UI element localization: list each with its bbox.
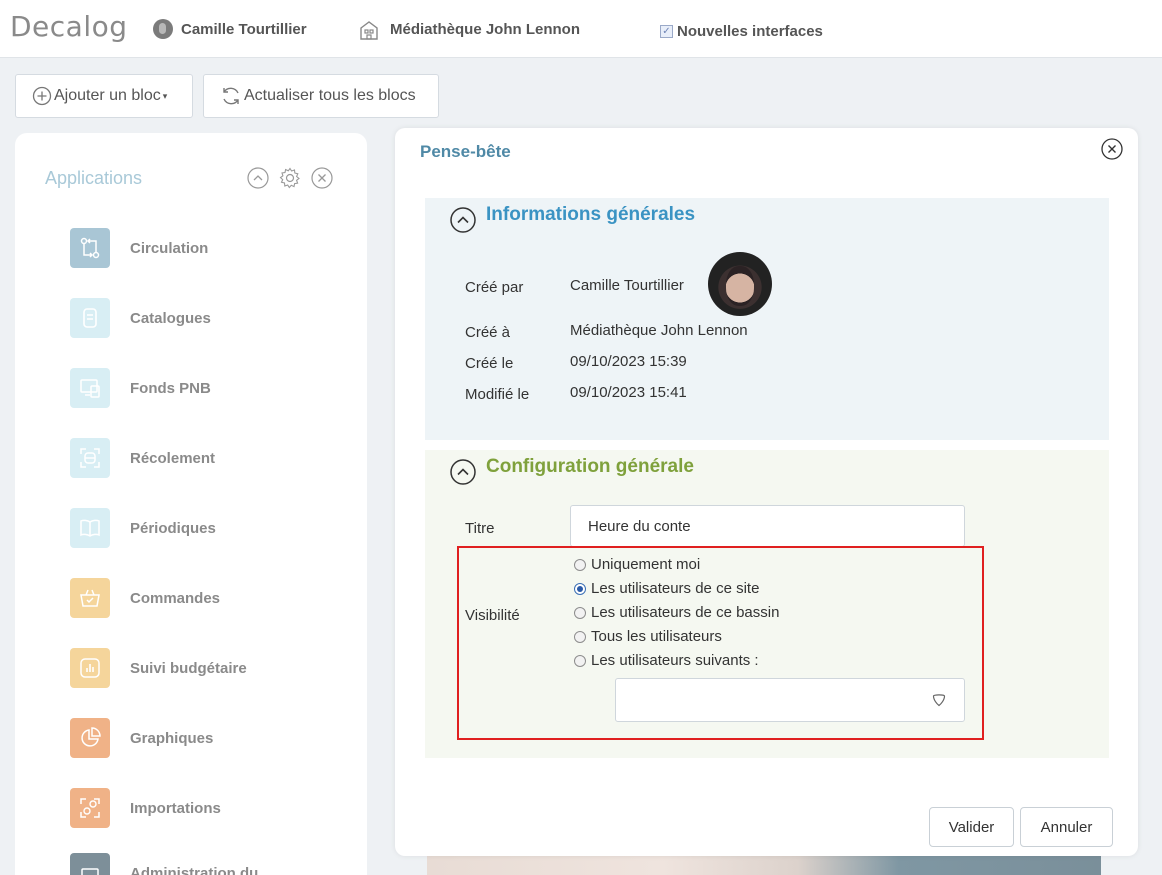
app-label-recolement: Récolement xyxy=(130,449,216,467)
pie-chart-icon xyxy=(70,718,110,758)
circulation-icon xyxy=(70,228,110,268)
add-block-button[interactable]: Ajouter un bloc ▾ xyxy=(15,74,193,118)
radio-label: Les utilisateurs suivants : xyxy=(591,652,759,669)
gear-icon[interactable] xyxy=(279,167,301,189)
modified-on-label: Modifié le xyxy=(465,386,530,403)
fonds-pnb-icon xyxy=(70,368,110,408)
app-label-catalogues: Catalogues xyxy=(130,309,211,327)
visibility-option-following-users[interactable]: Les utilisateurs suivants : xyxy=(574,652,759,669)
logo-text: Decalog xyxy=(10,10,128,43)
app-item-periodiques[interactable]: Périodiques xyxy=(70,508,216,548)
app-label-fonds-pnb: Fonds PNB xyxy=(130,379,211,397)
app-label-importations: Importations xyxy=(130,799,221,817)
collapse-up-icon[interactable] xyxy=(247,167,269,189)
user-name[interactable]: Camille Tourtillier xyxy=(181,21,307,38)
app-item-graphiques[interactable]: Graphiques xyxy=(70,718,213,758)
title-input[interactable] xyxy=(570,505,965,547)
recolement-icon xyxy=(70,438,110,478)
chevron-down-icon xyxy=(932,694,946,707)
budget-chart-icon xyxy=(70,648,110,688)
site-name[interactable]: Médiathèque John Lennon xyxy=(390,21,580,38)
administration-icon xyxy=(70,853,110,875)
section-title-general-info: Informations générales xyxy=(486,204,696,225)
pense-bete-modal: Pense-bête Informations générales Créé p… xyxy=(395,128,1138,856)
app-item-recolement[interactable]: Récolement xyxy=(70,438,215,478)
refresh-all-blocks-button[interactable]: Actualiser tous les blocs xyxy=(203,74,439,118)
radio-button[interactable] xyxy=(574,606,586,619)
radio-label: Tous les utilisateurs xyxy=(591,628,722,645)
general-information-section: Informations générales Créé par Camille … xyxy=(425,198,1109,440)
applications-panel: Applications Circulation Catalogues Fond… xyxy=(15,133,367,875)
app-label-graphiques: Graphiques xyxy=(130,729,214,747)
modified-on-value: 09/10/2023 15:41 xyxy=(570,384,687,401)
visibility-option-site-users[interactable]: Les utilisateurs de ce site xyxy=(574,580,759,597)
radio-button[interactable] xyxy=(574,654,586,667)
app-label-suivi-budgetaire: Suivi budgétaire xyxy=(130,659,247,677)
visibility-option-all-users[interactable]: Tous les utilisateurs xyxy=(574,628,722,645)
app-item-circulation[interactable]: Circulation xyxy=(70,228,208,268)
collapse-up-icon[interactable] xyxy=(450,207,476,233)
library-building-icon xyxy=(360,21,378,40)
add-block-label: Ajouter un bloc xyxy=(54,87,161,104)
applications-title: Applications xyxy=(45,168,143,188)
plus-circle-icon xyxy=(32,86,52,106)
created-on-label: Créé le xyxy=(465,355,514,372)
decalog-logo[interactable]: Decalog xyxy=(10,10,128,43)
close-icon[interactable] xyxy=(1101,138,1123,160)
radio-label: Les utilisateurs de ce site xyxy=(591,580,760,597)
visibility-option-basin-users[interactable]: Les utilisateurs de ce bassin xyxy=(574,604,779,621)
created-at-label: Créé à xyxy=(465,324,511,341)
app-label-periodiques: Périodiques xyxy=(130,519,216,537)
section-title-general-config: Configuration générale xyxy=(486,456,694,477)
visibility-label: Visibilité xyxy=(465,607,520,624)
refresh-all-label: Actualiser tous les blocs xyxy=(244,87,416,104)
radio-button-selected[interactable] xyxy=(574,582,586,595)
general-configuration-section: Configuration générale Titre Visibilité … xyxy=(425,450,1109,758)
creator-avatar xyxy=(708,252,772,316)
app-item-importations[interactable]: Importations xyxy=(70,788,221,828)
new-interfaces-checkbox[interactable]: ✓ xyxy=(660,25,673,38)
title-field-label: Titre xyxy=(465,520,495,537)
cancel-button[interactable]: Annuler xyxy=(1020,807,1113,847)
radio-label: Uniquement moi xyxy=(591,556,701,573)
user-icon xyxy=(153,19,173,39)
close-circle-icon[interactable] xyxy=(311,167,333,189)
validate-button[interactable]: Valider xyxy=(929,807,1014,847)
app-label-administration: Administration du xyxy=(130,864,259,875)
app-item-administration[interactable]: Administration du xyxy=(70,853,258,875)
radio-label: Les utilisateurs de ce bassin xyxy=(591,604,780,621)
radio-button[interactable] xyxy=(574,558,586,571)
radio-button[interactable] xyxy=(574,630,586,643)
app-label-circulation: Circulation xyxy=(130,239,209,257)
app-label-commandes: Commandes xyxy=(130,589,221,607)
created-by-value: Camille Tourtillier xyxy=(570,277,684,294)
created-on-value: 09/10/2023 15:39 xyxy=(570,353,687,370)
catalogues-icon xyxy=(70,298,110,338)
commandes-basket-icon xyxy=(70,578,110,618)
app-item-fonds-pnb[interactable]: Fonds PNB xyxy=(70,368,211,408)
collapse-up-icon[interactable] xyxy=(450,459,476,485)
created-at-value: Médiathèque John Lennon xyxy=(570,322,748,339)
app-item-commandes[interactable]: Commandes xyxy=(70,578,220,618)
modal-title: Pense-bête xyxy=(420,142,511,161)
users-select-dropdown[interactable] xyxy=(615,678,965,722)
importations-icon xyxy=(70,788,110,828)
periodiques-icon xyxy=(70,508,110,548)
visibility-option-only-me[interactable]: Uniquement moi xyxy=(574,556,700,573)
new-interfaces-label[interactable]: Nouvelles interfaces xyxy=(677,23,823,40)
app-item-suivi-budgetaire[interactable]: Suivi budgétaire xyxy=(70,648,247,688)
top-header: Decalog Camille Tourtillier Médiathèque … xyxy=(0,0,1162,58)
refresh-icon xyxy=(223,87,239,105)
app-item-catalogues[interactable]: Catalogues xyxy=(70,298,211,338)
dropdown-caret-icon: ▾ xyxy=(162,90,168,101)
created-by-label: Créé par xyxy=(465,279,524,296)
